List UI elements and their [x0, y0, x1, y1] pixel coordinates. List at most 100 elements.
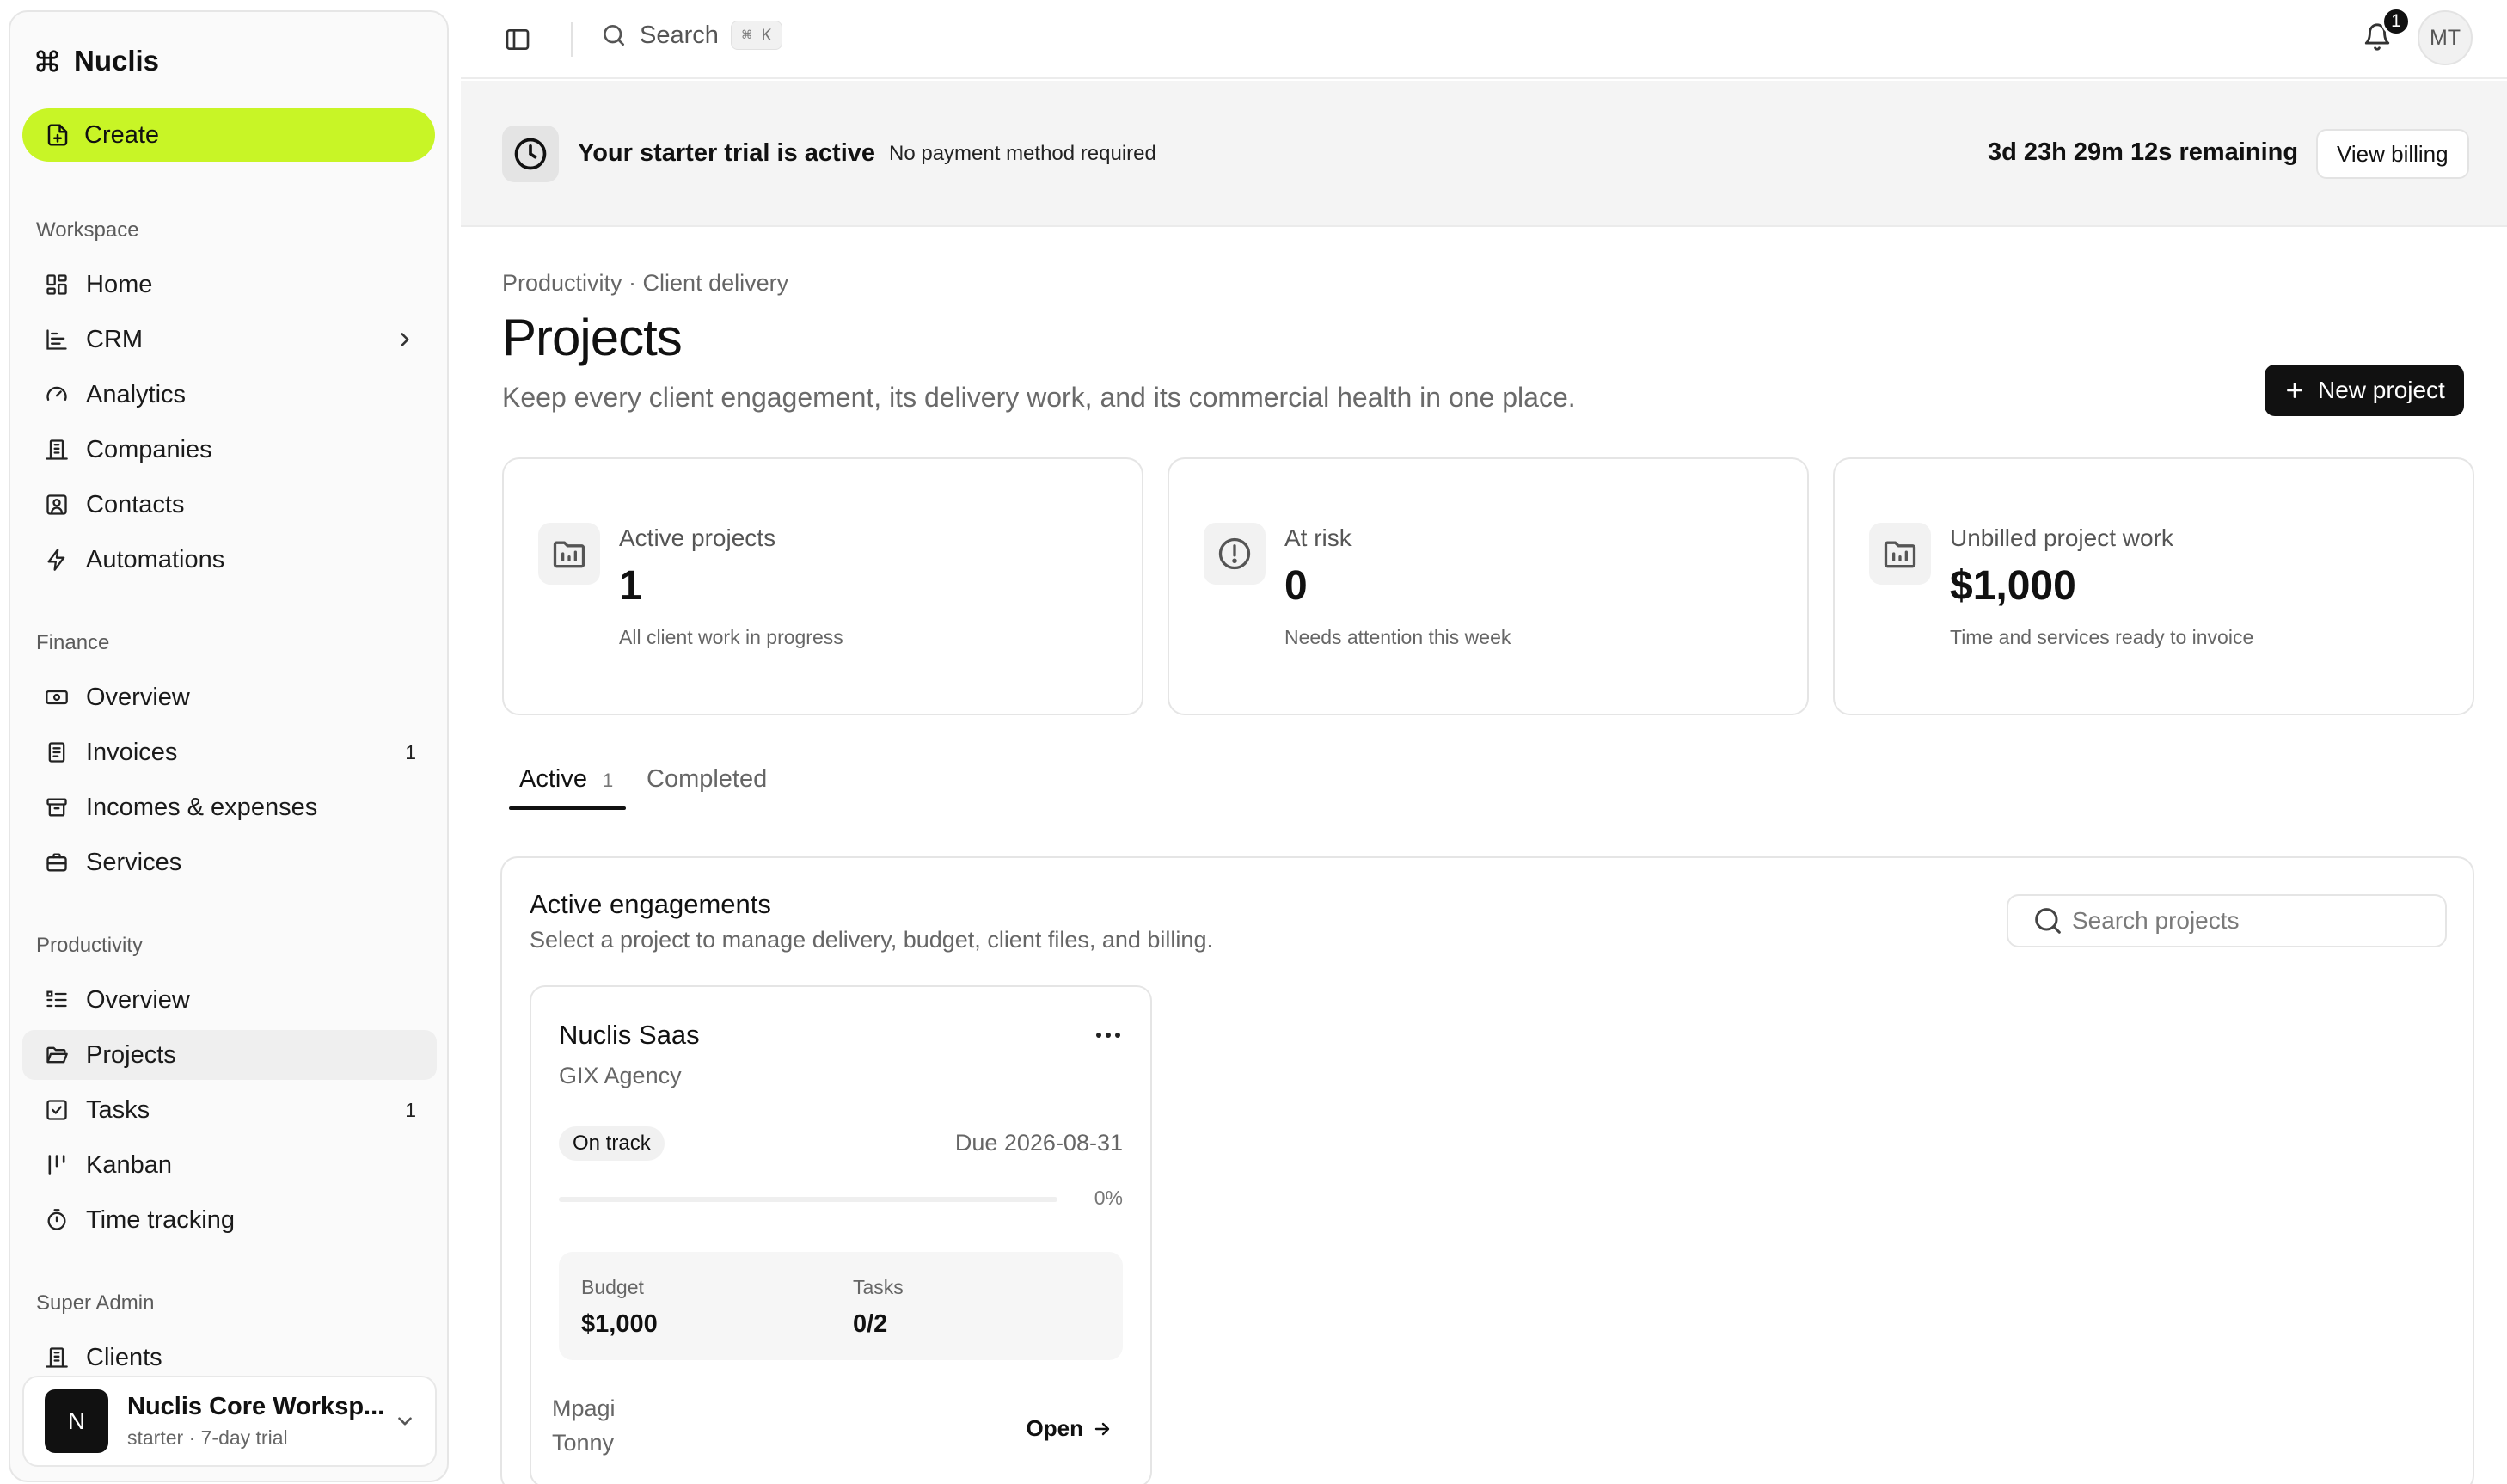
tab-label: Active [519, 765, 587, 793]
sidebar-item-tasks[interactable]: Tasks 1 [22, 1085, 437, 1135]
sidebar-item-contacts[interactable]: Contacts [22, 480, 437, 530]
file-plus-icon [45, 122, 70, 148]
search-shortcut: ⌘ K [730, 21, 783, 50]
page-title: Projects [502, 309, 683, 366]
section-label-finance: Finance [36, 631, 110, 654]
sidebar-item-label: Incomes & expenses [86, 793, 318, 821]
trial-subtitle: No payment method required [889, 142, 1156, 165]
banknote-icon [45, 685, 69, 709]
panel-subtitle: Select a project to manage delivery, bud… [530, 927, 1213, 953]
sidebar-item-finance-overview[interactable]: Overview [22, 672, 437, 722]
building-icon [45, 438, 69, 462]
sidebar-item-label: Contacts [86, 490, 185, 518]
page-subtitle: Keep every client engagement, its delive… [502, 382, 1576, 413]
bolt-icon [45, 548, 69, 572]
open-project-link[interactable]: Open [1027, 1415, 1113, 1442]
project-owner: Mpagi Tonny [552, 1395, 616, 1456]
checkbox-icon [45, 1098, 69, 1122]
sidebar-item-label: Services [86, 848, 182, 876]
folder-open-icon [45, 1043, 69, 1067]
sidebar-item-home[interactable]: Home [22, 260, 437, 310]
stat-label: Active projects [619, 524, 776, 551]
budget-label: Budget [581, 1276, 644, 1298]
invoices-count-badge: 1 [405, 740, 416, 763]
breadcrumb: Productivity · Client delivery [502, 270, 789, 296]
sidebar-item-incomes-expenses[interactable]: Incomes & expenses [22, 782, 437, 832]
sidebar-item-invoices[interactable]: Invoices 1 [22, 727, 437, 777]
sidebar-item-label: Projects [86, 1040, 176, 1069]
sidebar-item-crm[interactable]: CRM [22, 315, 437, 365]
section-label-workspace: Workspace [36, 218, 139, 242]
trial-remaining: 3d 23h 29m 12s remaining [1988, 138, 2299, 166]
search-icon [600, 21, 628, 49]
tasks-value: 0/2 [853, 1310, 888, 1338]
timer-icon [45, 1208, 69, 1232]
project-name: Nuclis Saas [559, 1020, 700, 1050]
sidebar-item-projects[interactable]: Projects [22, 1030, 437, 1080]
stat-label: At risk [1284, 524, 1352, 551]
tasks-label: Tasks [853, 1276, 904, 1298]
new-project-label: New project [2318, 377, 2445, 403]
section-label-super-admin: Super Admin [36, 1291, 155, 1315]
open-label: Open [1026, 1415, 1083, 1441]
tab-count: 1 [602, 770, 614, 791]
budget-value: $1,000 [581, 1310, 658, 1338]
trial-title: Your starter trial is active [578, 139, 876, 167]
workspace-switcher[interactable]: N Nuclis Core Worksp... starter · 7-day … [22, 1376, 437, 1467]
stat-note: Time and services ready to invoice [1950, 626, 2254, 648]
invoice-icon [45, 740, 69, 764]
sidebar-item-services[interactable]: Services [22, 837, 437, 887]
new-project-button[interactable]: New project [2265, 365, 2464, 416]
sidebar-item-label: Automations [86, 545, 225, 573]
sidebar-item-automations[interactable]: Automations [22, 535, 437, 585]
project-metrics: Budget $1,000 Tasks 0/2 [559, 1252, 1123, 1360]
building-icon [45, 1346, 69, 1370]
stat-card-at-risk: At risk 0 Needs attention this week [1168, 457, 1809, 715]
user-avatar[interactable]: MT [2418, 10, 2473, 65]
folder-chart-icon [538, 523, 600, 585]
sidebar-toggle-icon[interactable] [504, 26, 531, 53]
sidebar-item-label: Overview [86, 985, 190, 1014]
stat-note: All client work in progress [619, 626, 843, 648]
stat-value: $1,000 [1950, 563, 2076, 609]
project-search-input[interactable] [2072, 907, 2433, 935]
project-due-date: Due 2026-08-31 [954, 1130, 1123, 1156]
sidebar-item-label: Clients [86, 1343, 162, 1371]
sidebar-item-companies[interactable]: Companies [22, 425, 437, 475]
folder-chart-icon [1869, 523, 1931, 585]
sidebar-item-kanban[interactable]: Kanban [22, 1140, 437, 1190]
sidebar-item-productivity-overview[interactable]: Overview [22, 975, 437, 1025]
command-icon [34, 48, 60, 74]
plus-icon [2283, 379, 2306, 402]
create-label: Create [84, 120, 160, 149]
workspace-name: Nuclis Core Worksp... [127, 1393, 385, 1420]
sidebar-item-label: Home [86, 270, 153, 298]
global-search[interactable]: Search ⌘ K [600, 21, 783, 50]
project-card[interactable]: Nuclis Saas GIX Agency On track Due 2026… [530, 985, 1152, 1484]
clock-icon [502, 126, 559, 182]
search-label: Search [640, 21, 719, 49]
chevron-right-icon[interactable] [394, 328, 416, 351]
sidebar-item-analytics[interactable]: Analytics [22, 370, 437, 420]
more-options-icon[interactable] [1095, 1032, 1121, 1039]
brand-name: Nuclis [74, 45, 160, 77]
chart-icon [45, 328, 69, 352]
tab-label: Completed [647, 765, 768, 793]
create-button[interactable]: Create [22, 108, 435, 162]
list-icon [45, 988, 69, 1012]
view-billing-button[interactable]: View billing [2316, 129, 2469, 179]
tab-active[interactable]: Active 1 [519, 765, 613, 794]
panel-title: Active engagements [530, 889, 771, 919]
home-icon [45, 273, 69, 297]
stat-label: Unbilled project work [1950, 524, 2173, 551]
tab-completed[interactable]: Completed [647, 765, 767, 794]
sidebar-item-time-tracking[interactable]: Time tracking [22, 1195, 437, 1245]
sidebar-item-label: Analytics [86, 380, 187, 408]
contact-icon [45, 493, 69, 517]
brand[interactable]: Nuclis [34, 45, 159, 77]
stat-card-unbilled-work: Unbilled project work $1,000 Time and se… [1833, 457, 2474, 715]
notifications-button[interactable]: 1 [2363, 7, 2411, 52]
stat-value: 1 [619, 563, 642, 609]
workspace-plan: starter · 7-day trial [127, 1426, 288, 1449]
active-engagements-panel: Active engagements Select a project to m… [500, 856, 2474, 1484]
